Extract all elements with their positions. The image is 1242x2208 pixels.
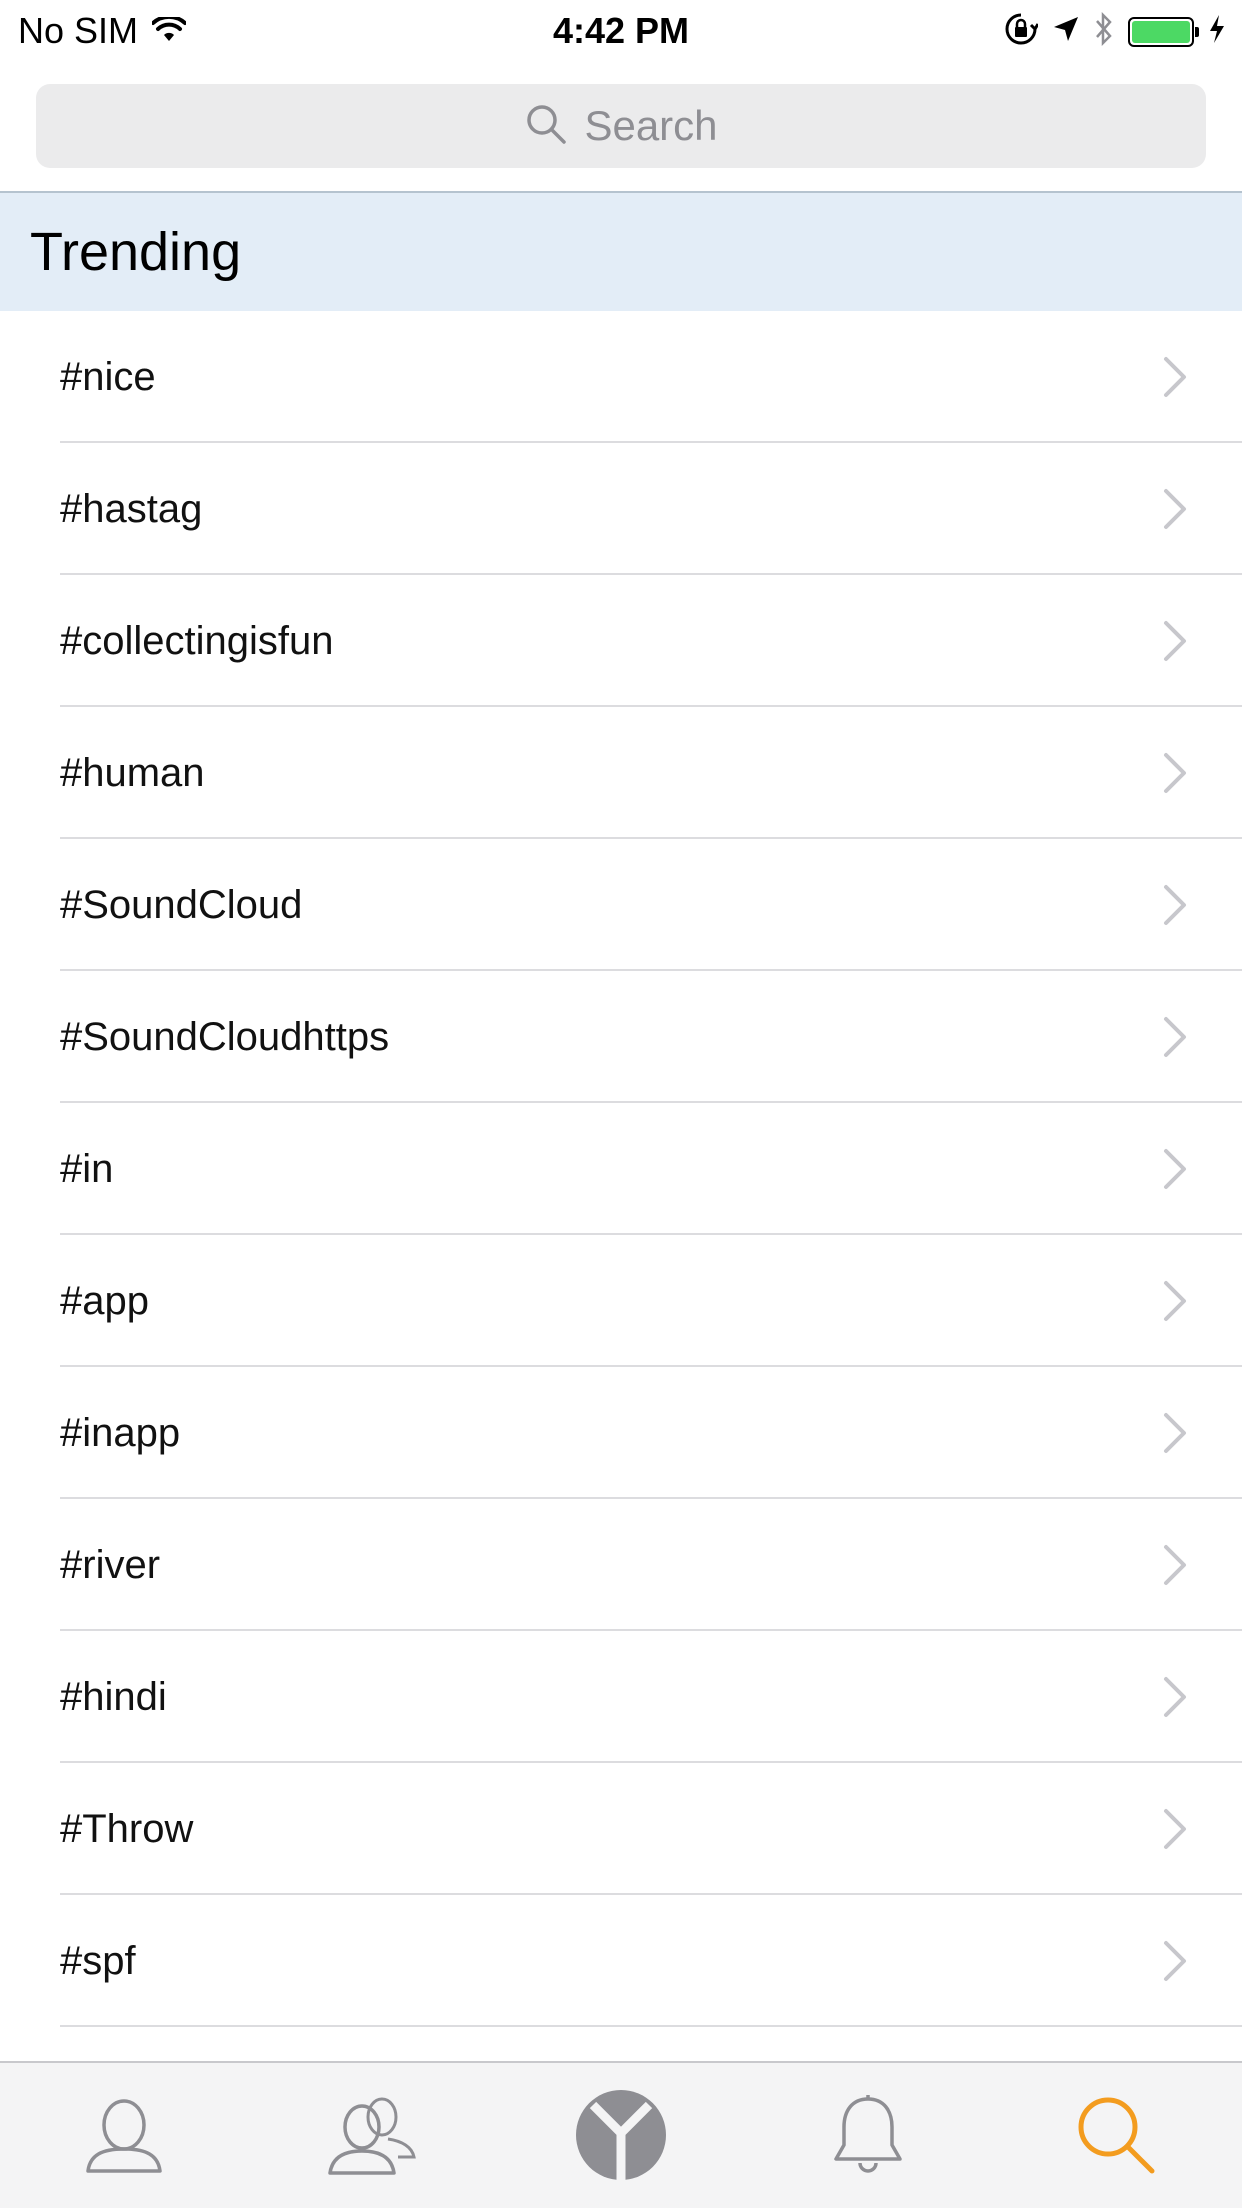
search-bar[interactable]: Search: [36, 84, 1206, 168]
trending-row-label: #river: [60, 1542, 161, 1587]
trending-row[interactable]: #in: [0, 1103, 1242, 1235]
battery-icon: [1128, 16, 1199, 47]
chevron-right-icon: [1162, 355, 1188, 399]
bell-icon: [830, 2094, 906, 2180]
trending-row-label: #collectingisfun: [60, 618, 334, 663]
charging-icon: [1208, 14, 1226, 49]
trending-row-label: #in: [60, 1146, 114, 1191]
search-icon: [1074, 2093, 1158, 2182]
tab-friends[interactable]: [322, 2089, 422, 2185]
trending-row-label: #app: [60, 1278, 149, 1323]
chevron-right-icon: [1162, 1807, 1188, 1851]
battery-level: [1132, 20, 1190, 43]
section-header: Trending: [0, 193, 1242, 311]
chevron-right-icon: [1162, 1411, 1188, 1455]
status-bar: No SIM 4:42 PM: [0, 0, 1242, 60]
trending-row-label: #nice: [60, 354, 156, 399]
bluetooth-icon: [1094, 11, 1114, 51]
trending-row[interactable]: #Throw: [0, 1763, 1242, 1895]
trending-row-label: #inapp: [60, 1410, 181, 1455]
chevron-right-icon: [1162, 1147, 1188, 1191]
chevron-right-icon: [1162, 1279, 1188, 1323]
tab-bar: [0, 2061, 1242, 2208]
location-icon: [1052, 15, 1080, 48]
trending-row-label: #spf: [60, 1938, 136, 1983]
app-logo-icon: [575, 2089, 667, 2186]
chevron-right-icon: [1162, 883, 1188, 927]
trending-screen: No SIM 4:42 PM Search Trending #nice #ha…: [0, 0, 1242, 2208]
trending-row[interactable]: #inapp: [0, 1367, 1242, 1499]
trending-list: #nice #hastag #collectingisfun #human #Sound…: [0, 311, 1242, 2061]
chevron-right-icon: [1162, 751, 1188, 795]
trending-row-label: #human: [60, 750, 205, 795]
chevron-right-icon: [1162, 1015, 1188, 1059]
friends-icon: [326, 2093, 418, 2182]
trending-row-label: #SoundCloud: [60, 882, 303, 927]
tab-search[interactable]: [1066, 2089, 1166, 2185]
chevron-right-icon: [1162, 1675, 1188, 1719]
trending-row[interactable]: #nice: [0, 311, 1242, 443]
trending-row[interactable]: #collectingisfun: [0, 575, 1242, 707]
orientation-lock-icon: [1004, 12, 1040, 51]
trending-row-label: #SoundCloudhttps: [60, 1014, 390, 1059]
trending-row-label: #hindi: [60, 1674, 167, 1719]
search-icon: [524, 102, 568, 151]
trending-row[interactable]: #hastag: [0, 443, 1242, 575]
chevron-right-icon: [1162, 619, 1188, 663]
trending-row[interactable]: #river: [0, 1499, 1242, 1631]
chevron-right-icon: [1162, 1939, 1188, 1983]
trending-row[interactable]: #app: [0, 1235, 1242, 1367]
tab-home[interactable]: [571, 2089, 671, 2185]
tab-notifications[interactable]: [818, 2089, 918, 2185]
trending-row-label: #hastag: [60, 486, 203, 531]
trending-row[interactable]: #SoundCloudhttps: [0, 971, 1242, 1103]
tab-profile[interactable]: [74, 2089, 174, 2185]
trending-row[interactable]: #hindi: [0, 1631, 1242, 1763]
chevron-right-icon: [1162, 487, 1188, 531]
trending-row[interactable]: #SoundCloud: [0, 839, 1242, 971]
status-right: [1004, 11, 1226, 51]
search-input[interactable]: Search: [584, 102, 717, 150]
trending-row-label: #Throw: [60, 1806, 194, 1851]
section-title: Trending: [30, 222, 242, 282]
trending-row[interactable]: #human: [0, 707, 1242, 839]
trending-row[interactable]: #spf: [0, 1895, 1242, 2027]
chevron-right-icon: [1162, 1543, 1188, 1587]
profile-icon: [82, 2093, 166, 2182]
